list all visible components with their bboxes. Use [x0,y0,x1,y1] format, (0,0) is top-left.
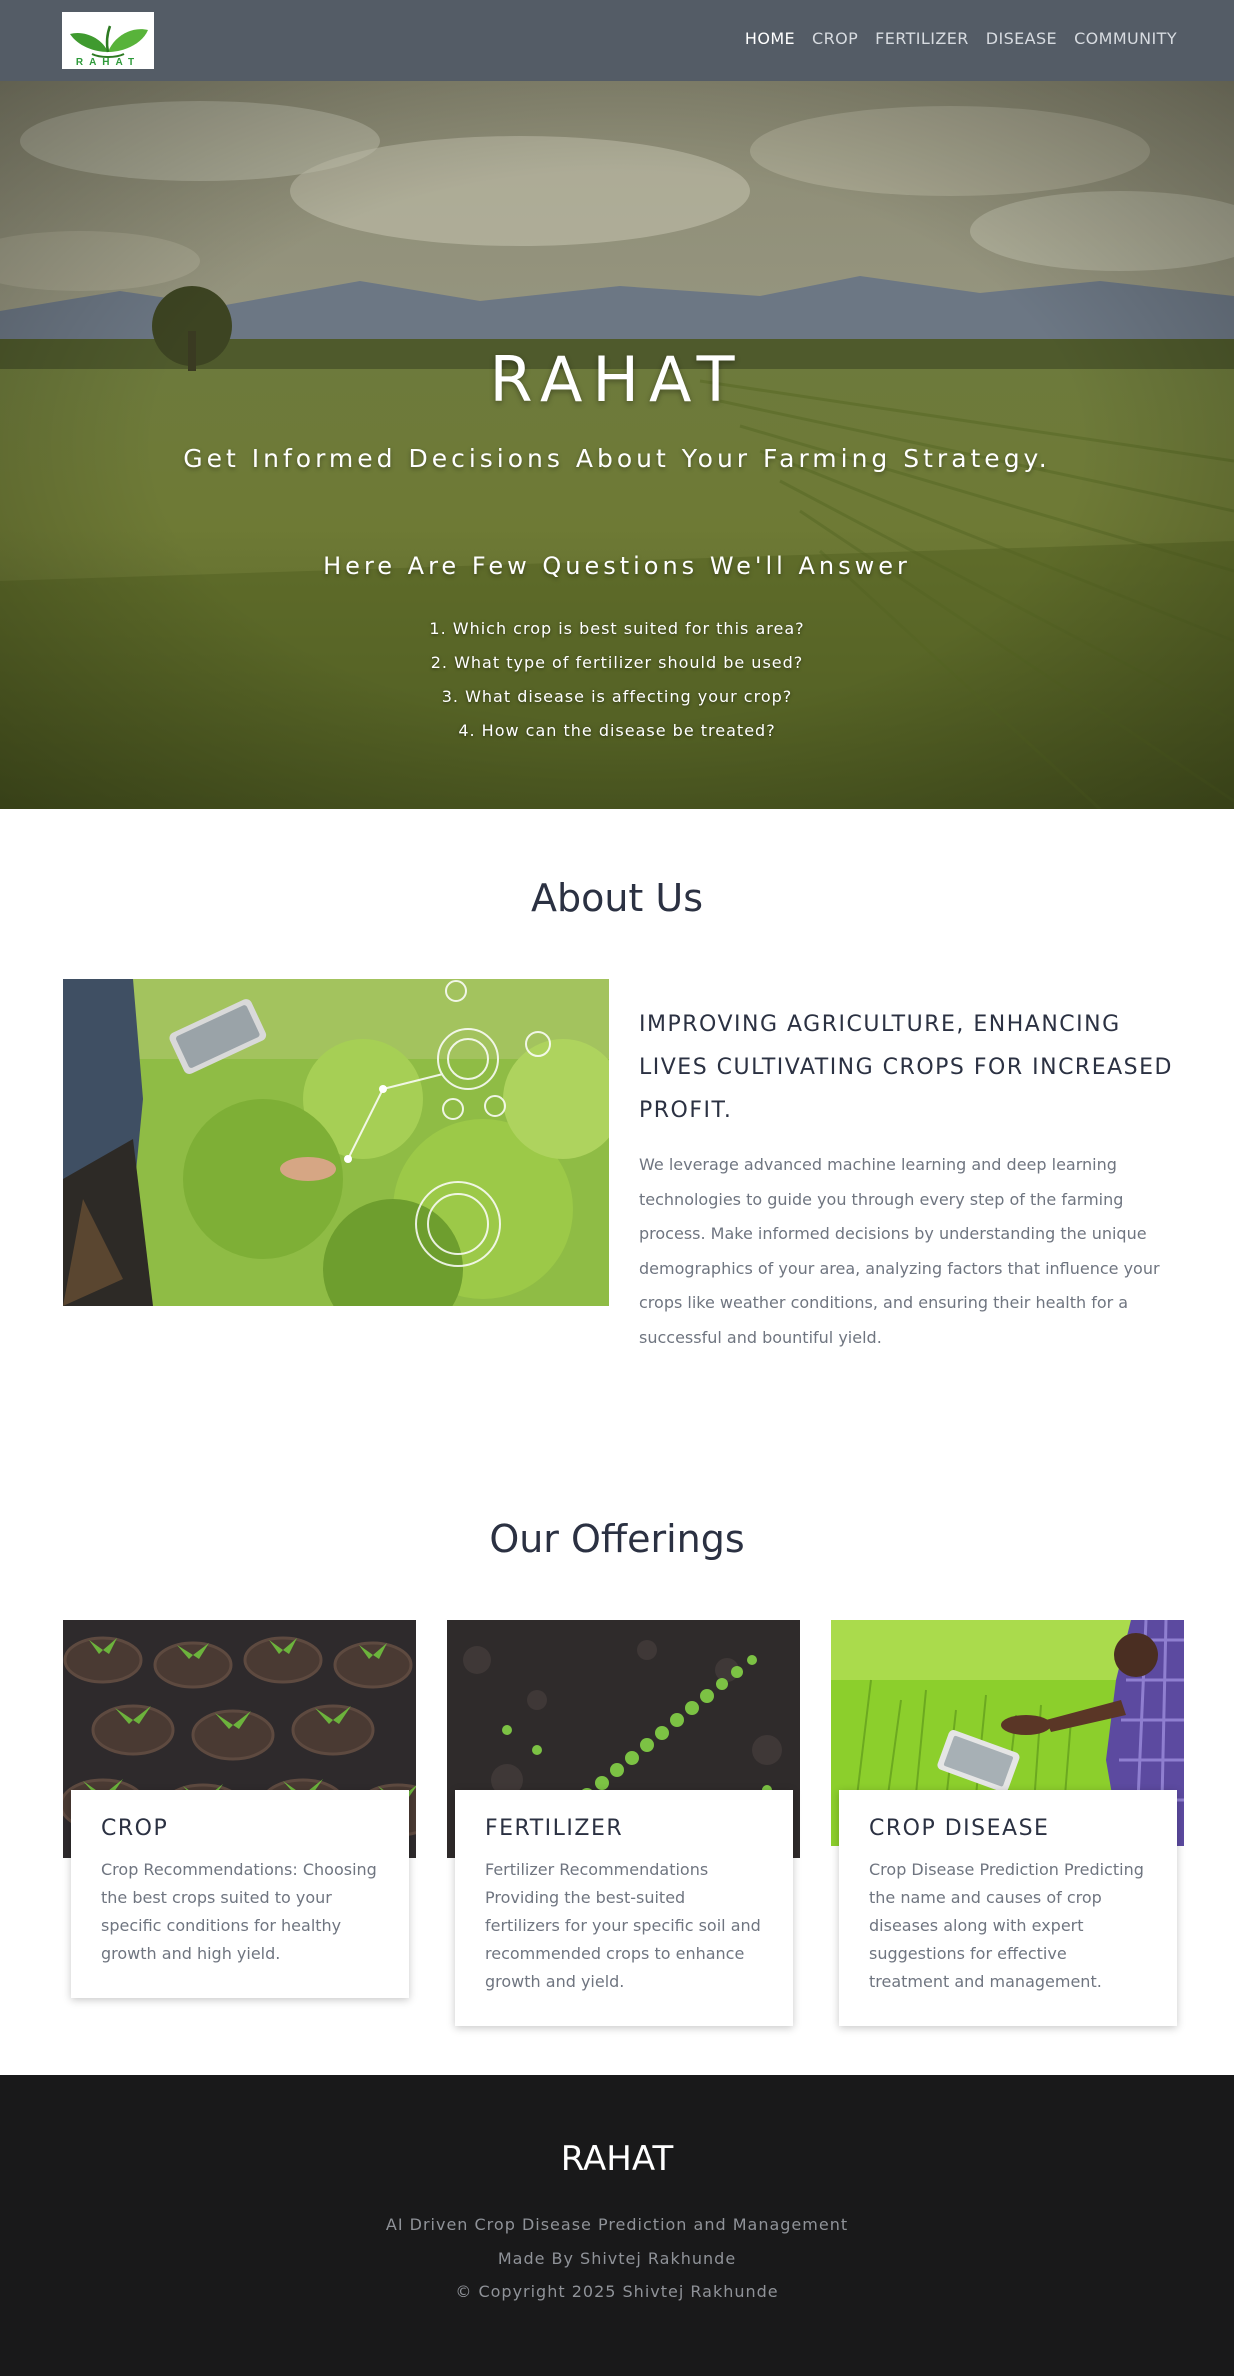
nav-links: HOME CROP FERTILIZER DISEASE COMMUNITY [745,29,1177,48]
offerings-title: Our Offerings [489,1517,745,1561]
question-item: 4. How can the disease be treated? [458,721,776,740]
about-heading: IMPROVING AGRICULTURE, ENHANCING LIVES C… [639,1012,1173,1123]
smart-farming-image [63,979,609,1306]
nav-link-home[interactable]: HOME [745,29,795,48]
top-navbar: RAHAT HOME CROP FERTILIZER DISEASE COMMU… [0,0,1234,81]
footer: RAHAT AI Driven Crop Disease Prediction … [0,2075,1234,2376]
card-description: Crop Disease Prediction Predicting the n… [869,1860,1144,1991]
nav-link-crop[interactable]: CROP [812,29,858,48]
hero-title: RAHAT [489,343,745,416]
card-description: Fertilizer Recommendations Providing the… [485,1860,761,1991]
footer-tagline: AI Driven Crop Disease Prediction and Ma… [385,2215,849,2234]
footer-title: RAHAT [560,2139,674,2179]
nav-link-community[interactable]: COMMUNITY [1074,29,1177,48]
question-item: 2. What type of fertilizer should be use… [430,653,804,672]
card-description: Crop Recommendations: Choosing the best … [101,1860,377,1963]
nav-link-disease[interactable]: DISEASE [986,29,1057,48]
about-image [63,979,609,1306]
logo-text: RAHAT [75,57,141,68]
card-title: CROP [101,1816,169,1841]
card-content: FERTILIZER Fertilizer Recommendations Pr… [455,1790,793,2026]
card-content: CROP DISEASE Crop Disease Prediction Pre… [839,1790,1177,2026]
questions-list: 1. Which crop is best suited for this ar… [0,612,1234,748]
hero-section: RAHAT Get Informed Decisions About Your … [0,81,1234,809]
about-paragraph: We leverage advanced machine learning an… [639,1155,1160,1347]
question-item: 1. Which crop is best suited for this ar… [429,619,805,638]
hero-subtitle: Get Informed Decisions About Your Farmin… [183,444,1051,473]
card-title: CROP DISEASE [869,1816,1050,1841]
about-text: IMPROVING AGRICULTURE, ENHANCING LIVES C… [639,1003,1179,1355]
about-title: About Us [530,876,704,920]
card-content: CROP Crop Recommendations: Choosing the … [71,1790,409,1998]
card-title: FERTILIZER [485,1816,624,1841]
questions-heading: Here Are Few Questions We'll Answer [323,552,911,580]
rahat-logo[interactable]: RAHAT [62,12,154,69]
nav-link-fertilizer[interactable]: FERTILIZER [875,29,969,48]
question-item: 3. What disease is affecting your crop? [441,687,793,706]
footer-made-by: Made By Shivtej Rakhunde [497,2249,737,2268]
footer-copyright: © Copyright 2025 Shivtej Rakhunde [455,2282,779,2301]
